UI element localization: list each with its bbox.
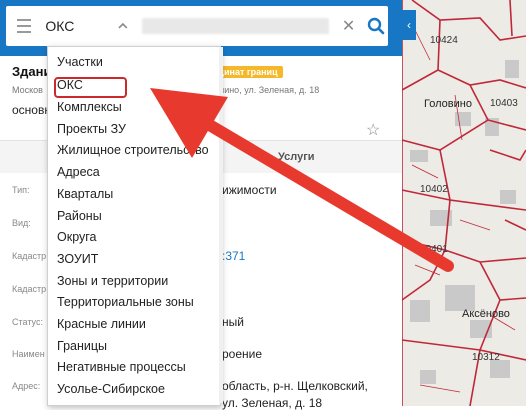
parcel-label: 10403 [490, 98, 518, 109]
star-icon[interactable]: ☆ [366, 120, 380, 140]
dropdown-item-zouit[interactable]: ЗОУИТ [57, 252, 98, 266]
dropdown-item-red-lines[interactable]: Красные линии [57, 317, 146, 331]
row-label: Наимен [12, 349, 45, 359]
search-button[interactable] [364, 14, 388, 38]
dropdown-item-housing[interactable]: Жилищное строительство [57, 143, 209, 157]
place-label: Аксёново [462, 308, 510, 320]
dropdown-item-territorial-zones[interactable]: Территориальные зоны [57, 295, 194, 309]
row-value: ул. Зеленая, д. 18 [222, 396, 323, 410]
dropdown-item-parcels[interactable]: Участки [57, 55, 103, 69]
row-value: ный [222, 315, 244, 329]
parcel-label: 10424 [430, 35, 458, 46]
object-address-short: мино, ул. Зеленая, д. 18 [218, 85, 320, 95]
row-label: Вид: [12, 218, 31, 228]
layer-dropdown: Участки ОКС Комплексы Проекты ЗУ Жилищно… [47, 46, 221, 406]
dropdown-item-zones[interactable]: Зоны и территории [57, 274, 168, 288]
dropdown-item-blocks[interactable]: Кварталы [57, 187, 113, 201]
layer-select-value[interactable]: ОКС [45, 18, 114, 34]
search-box: ОКС ✕ [6, 6, 388, 46]
dropdown-item-borders[interactable]: Границы [57, 339, 107, 353]
menu-button[interactable] [6, 6, 41, 46]
object-base-label: основн [12, 103, 51, 117]
dropdown-item-addresses[interactable]: Адреса [57, 165, 100, 179]
row-label: Тип: [12, 185, 30, 195]
search-icon [368, 17, 385, 35]
dropdown-item-usolye[interactable]: Усолье-Сибирское [57, 382, 165, 396]
cadastral-number-link[interactable]: :371 [222, 249, 245, 263]
parcel-label: 10401 [420, 244, 448, 255]
dropdown-scrollbar[interactable] [219, 47, 223, 403]
collapse-panel-button[interactable]: ‹ [402, 10, 416, 40]
dropdown-item-complexes[interactable]: Комплексы [57, 100, 122, 114]
row-value: роение [222, 347, 263, 361]
parcel-label: 10402 [420, 184, 448, 195]
dropdown-item-districts[interactable]: Районы [57, 209, 102, 223]
close-icon[interactable]: ✕ [339, 16, 359, 36]
dropdown-item-okrugs[interactable]: Округа [57, 230, 97, 244]
row-label: Кадастр [12, 284, 47, 294]
tab-services[interactable]: Услуги [278, 151, 315, 163]
row-label: Кадастр [12, 251, 47, 261]
place-label: Головино [424, 98, 472, 110]
object-title: Здани [12, 64, 52, 79]
dropdown-item-negative[interactable]: Негативные процессы [57, 360, 186, 374]
hamburger-icon [16, 25, 31, 27]
row-value: область, р-н. Щелковский, [222, 379, 368, 393]
search-input[interactable] [141, 18, 329, 34]
hamburger-icon [16, 31, 31, 33]
row-label: Адрес: [12, 381, 41, 391]
dropdown-item-zu-projects[interactable]: Проекты ЗУ [57, 122, 126, 136]
row-label: Статус: [12, 317, 43, 327]
chevron-up-icon[interactable] [116, 19, 130, 33]
row-value: ижимости [222, 183, 277, 197]
parcel-label: 10312 [472, 352, 500, 363]
hamburger-icon [16, 19, 31, 21]
selected-item-highlight [54, 77, 127, 98]
